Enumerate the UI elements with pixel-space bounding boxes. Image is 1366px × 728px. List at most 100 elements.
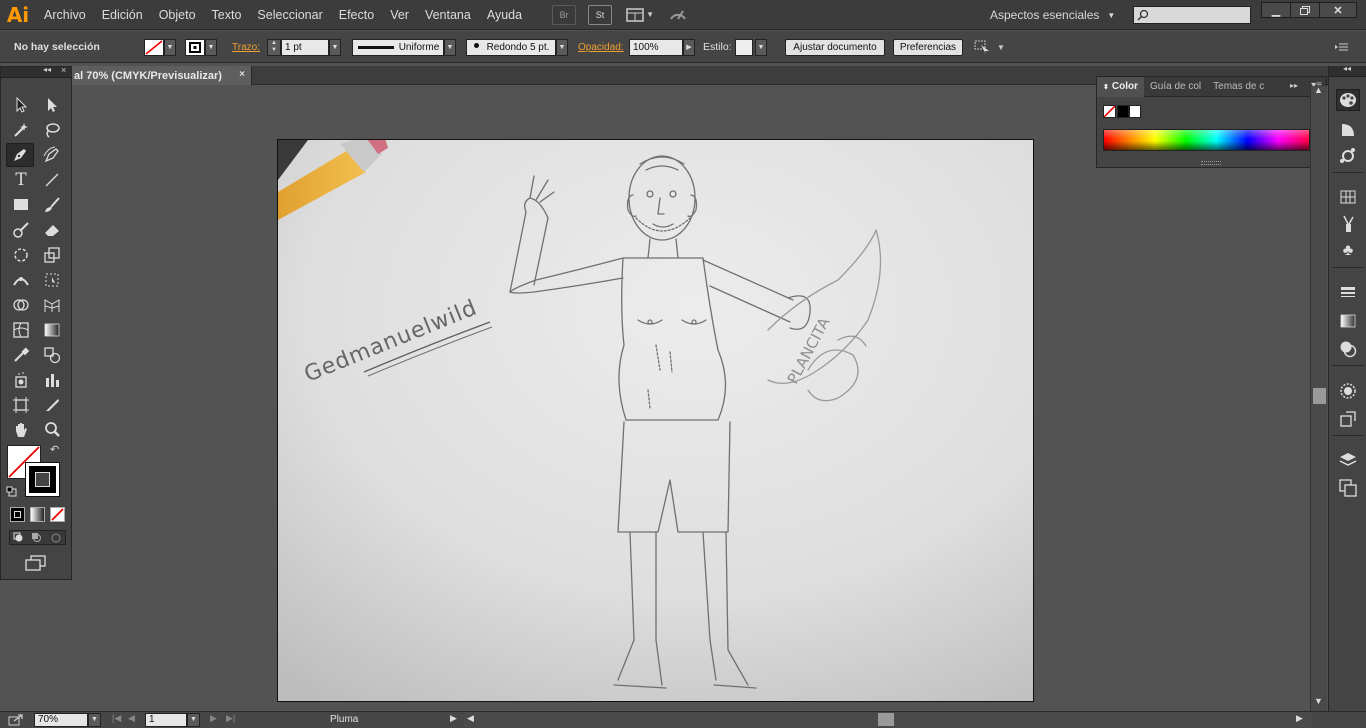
black-swatch[interactable]	[1117, 105, 1129, 118]
tab-color-guide[interactable]: Guía de col	[1144, 77, 1207, 97]
menu-archivo[interactable]: Archivo	[36, 0, 94, 30]
screen-mode-button[interactable]	[25, 555, 47, 574]
dock-artboards-button[interactable]	[1336, 477, 1360, 499]
stock-button[interactable]: St	[588, 4, 613, 25]
stroke-weight-field[interactable]: 1 pt	[281, 38, 329, 56]
symbol-sprayer-tool[interactable]	[7, 368, 35, 392]
graphic-style-control[interactable]: ▼	[735, 31, 767, 63]
blob-brush-tool[interactable]	[7, 218, 35, 242]
close-icon[interactable]: ×	[239, 69, 245, 80]
hand-tool[interactable]	[7, 418, 35, 442]
column-graph-tool[interactable]	[38, 368, 66, 392]
dock-appearance-button[interactable]	[1336, 380, 1360, 402]
eyedropper-tool[interactable]	[7, 343, 35, 367]
dock-brushes-button[interactable]	[1336, 213, 1360, 235]
width-tool[interactable]	[7, 268, 35, 292]
perspective-grid-tool[interactable]	[38, 293, 66, 317]
draw-normal-icon[interactable]	[13, 532, 25, 544]
gradient-tool[interactable]	[38, 318, 66, 342]
none-color-swatch[interactable]	[1103, 105, 1116, 118]
help-search-input[interactable]	[1133, 6, 1251, 24]
fill-dropdown[interactable]: ▼	[164, 38, 176, 56]
menu-objeto[interactable]: Objeto	[151, 0, 204, 30]
close-window-button[interactable]: ✕	[1319, 2, 1357, 18]
type-tool[interactable]: T	[7, 168, 35, 192]
tools-panel-header[interactable]: ◂◂ ×	[1, 65, 71, 78]
menu-ver[interactable]: Ver	[382, 0, 417, 30]
vertical-scroll-thumb[interactable]	[1313, 388, 1326, 404]
zoom-level-field[interactable]: 70%	[34, 713, 88, 727]
artboard-tool[interactable]	[7, 393, 35, 417]
stroke-swatch-large[interactable]	[25, 462, 60, 497]
rectangle-tool[interactable]	[7, 193, 35, 217]
none-mode-button[interactable]	[50, 507, 65, 522]
blend-tool[interactable]	[38, 343, 66, 367]
zoom-tool[interactable]	[38, 418, 66, 442]
first-artboard-icon[interactable]: |◀	[112, 713, 121, 724]
restore-button[interactable]	[1290, 2, 1320, 18]
brush-dropdown[interactable]: ▼	[556, 38, 568, 56]
gpu-performance-button[interactable]	[668, 5, 688, 24]
opacity-control[interactable]: 100% ▶	[629, 31, 695, 63]
scroll-right-icon[interactable]: ▶	[1296, 713, 1303, 724]
bridge-button[interactable]: Br	[552, 4, 577, 25]
color-spectrum[interactable]	[1103, 129, 1310, 151]
color-mode-button[interactable]	[10, 507, 25, 522]
mesh-tool[interactable]	[7, 318, 35, 342]
shape-builder-tool[interactable]	[7, 293, 35, 317]
stroke-profile-dropdown[interactable]: ▼	[444, 38, 456, 56]
scroll-up-icon[interactable]: ▲	[1314, 85, 1323, 95]
magic-wand-tool[interactable]	[7, 118, 35, 142]
stroke-swatch[interactable]	[185, 38, 205, 56]
default-colors-icon[interactable]	[6, 486, 18, 501]
graphic-style-dropdown[interactable]: ▼	[755, 38, 767, 56]
rotate-tool[interactable]	[7, 243, 35, 267]
line-segment-tool[interactable]	[38, 168, 66, 192]
menu-ventana[interactable]: Ventana	[417, 0, 479, 30]
vertical-scrollbar[interactable]: ▲ ▼	[1310, 85, 1327, 712]
dock-color-guide-button[interactable]	[1336, 119, 1360, 141]
panel-expand-icon[interactable]: ▸▸	[1290, 81, 1298, 90]
share-button[interactable]	[8, 713, 24, 728]
close-icon[interactable]: ×	[61, 65, 66, 75]
document-tab[interactable]: al 70% (CMYK/Previsualizar) ×	[72, 66, 252, 85]
pen-tool[interactable]	[6, 143, 34, 167]
slice-tool[interactable]	[38, 393, 66, 417]
brush-definition[interactable]: Redondo 5 pt. ▼	[466, 31, 568, 63]
dock-stroke-button[interactable]	[1336, 282, 1360, 304]
menu-seleccionar[interactable]: Seleccionar	[249, 0, 330, 30]
tab-color[interactable]: ⬍ Color	[1097, 76, 1144, 97]
stroke-weight-stepper[interactable]: ▲ ▼	[267, 38, 281, 56]
opacity-field[interactable]: 100%	[629, 38, 683, 56]
dock-color-themes-button[interactable]	[1336, 145, 1360, 167]
stroke-label-link[interactable]: Trazo:	[232, 31, 260, 63]
menu-ayuda[interactable]: Ayuda	[479, 0, 530, 30]
direct-selection-tool[interactable]	[38, 93, 66, 117]
gradient-mode-button[interactable]	[30, 507, 45, 522]
menu-texto[interactable]: Texto	[204, 0, 250, 30]
stroke-dropdown[interactable]: ▼	[205, 38, 217, 56]
dock-header[interactable]: ◂◂	[1329, 64, 1366, 77]
stroke-weight-control[interactable]: ▲ ▼ 1 pt ▼	[267, 31, 341, 63]
preferences-button[interactable]: Preferencias	[893, 38, 963, 56]
dock-symbols-button[interactable]: ♣	[1336, 240, 1360, 262]
fill-color-control[interactable]: ▼	[144, 31, 176, 63]
dock-gradient-button[interactable]	[1336, 310, 1360, 332]
dock-swatches-button[interactable]	[1336, 186, 1360, 208]
draw-inside-icon[interactable]	[50, 532, 62, 544]
tab-color-themes[interactable]: Temas de c	[1207, 77, 1270, 97]
minimize-button[interactable]: ▁	[1261, 2, 1291, 18]
dock-graphic-styles-button[interactable]	[1336, 408, 1360, 430]
curvature-tool[interactable]	[38, 143, 66, 167]
zoom-dropdown[interactable]: ▼	[88, 713, 101, 727]
previous-artboard-icon[interactable]: ◀	[128, 713, 135, 724]
next-artboard-icon[interactable]: ▶	[210, 713, 217, 724]
dock-layers-button[interactable]	[1336, 449, 1360, 471]
fit-document-button[interactable]: Ajustar documento	[785, 38, 885, 56]
free-transform-tool[interactable]	[38, 268, 66, 292]
horizontal-scrollbar[interactable]: ◀ ▶	[464, 712, 1312, 727]
menu-edicion[interactable]: Edición	[94, 0, 151, 30]
lasso-tool[interactable]	[38, 118, 66, 142]
eraser-tool[interactable]	[38, 218, 66, 242]
selection-tool[interactable]	[7, 93, 35, 117]
